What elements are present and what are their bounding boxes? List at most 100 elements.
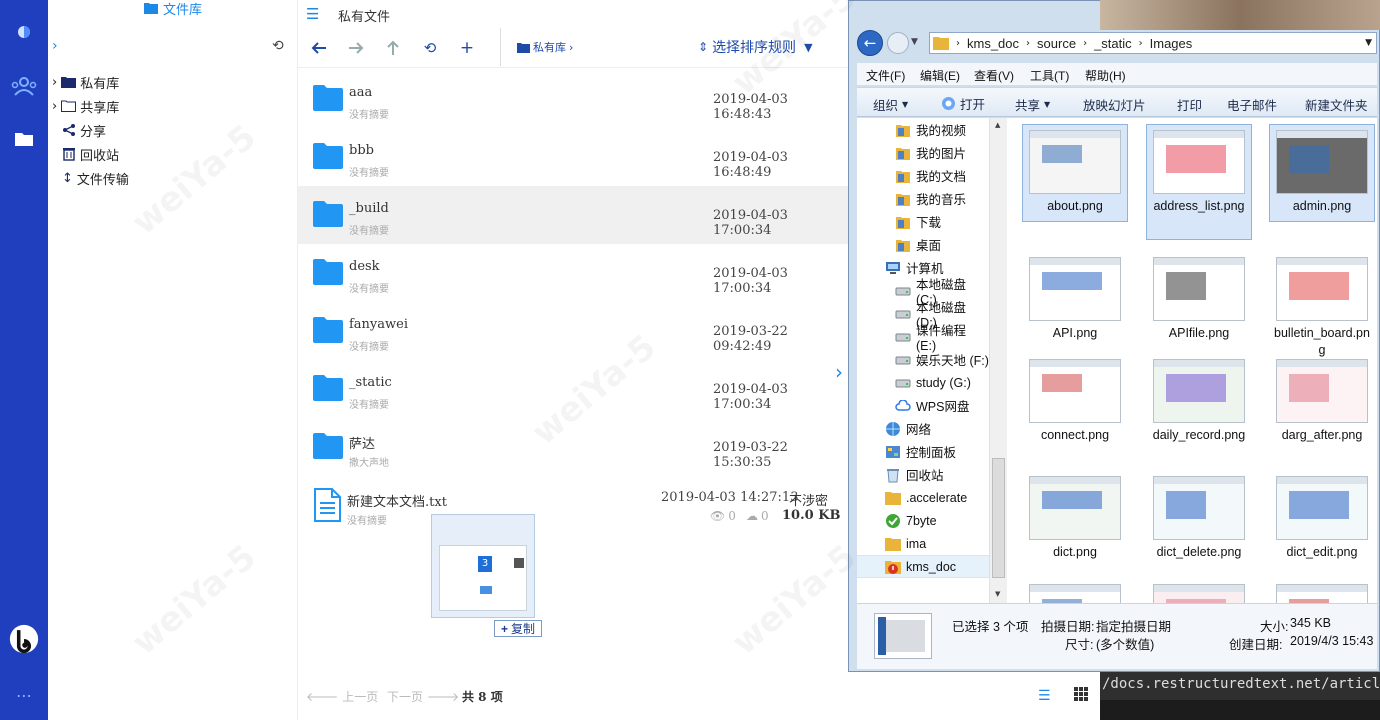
email-button[interactable]: 电子邮件 [1227,95,1277,114]
copy-label: 复制 [511,622,536,636]
nav-item[interactable]: 桌面 [857,233,989,256]
file-tile-name: daily_record.png [1152,428,1246,442]
nav-item[interactable]: 7byte [857,509,989,532]
nav-item[interactable]: ima [857,532,989,555]
address-dropdown-icon[interactable]: ▼ [1365,38,1372,48]
menu-view[interactable]: 查看(V) [974,67,1014,84]
scroll-down-icon[interactable]: ▼ [995,590,1000,598]
tree-item-transfer[interactable]: ↕ 文件传输 [62,167,129,189]
tree-item-private[interactable]: › 私有库 [52,71,119,93]
path-segment[interactable]: _static [1094,36,1132,51]
collapse-panel-icon[interactable]: › [835,360,843,384]
nav-item[interactable]: kms_doc [857,555,989,578]
file-tile[interactable]: daily_record.png [1146,354,1252,444]
file-tile[interactable]: dict_edit.png [1269,471,1375,561]
up-icon[interactable] [381,36,405,60]
menu-help[interactable]: 帮助(H) [1085,67,1126,84]
file-name: _build [349,201,389,216]
table-row[interactable]: fanyawei 没有摘要 2019-03-22 09:42:49 [298,302,848,360]
forward-icon[interactable] [344,36,368,60]
menu-file[interactable]: 文件(F) [866,67,905,84]
nav-item[interactable]: 下载 [857,210,989,233]
share-button[interactable]: 共享 ▼ [1015,95,1050,114]
folder-icon [885,491,901,505]
nav-item[interactable]: study (G:) [857,371,989,394]
nav-item[interactable]: 娱乐天地 (F:) [857,348,989,371]
add-icon[interactable]: + [455,36,479,60]
nav-item[interactable]: 我的图片 [857,141,989,164]
menu-icon[interactable]: ☰ [306,5,319,23]
table-row[interactable]: _build 没有摘要 2019-04-03 17:00:34 [298,186,848,244]
tree-item-shared[interactable]: › 共享库 [52,95,119,117]
menu-tools[interactable]: 工具(T) [1030,67,1069,84]
path-segment[interactable]: source [1037,36,1076,51]
back-button[interactable]: ← [857,30,883,56]
refresh-icon[interactable]: ⟲ [272,38,284,54]
back-icon[interactable] [307,36,331,60]
table-row[interactable]: bbb 没有摘要 2019-04-03 16:48:49 [298,128,848,186]
nav-item[interactable]: 我的文档 [857,164,989,187]
folder-icon [144,3,158,14]
scroll-up-icon[interactable]: ▲ [995,121,1000,129]
print-button[interactable]: 打印 [1177,95,1202,114]
file-tile[interactable]: API.png [1022,252,1128,342]
history-dropdown-icon[interactable]: ▼ [911,37,918,47]
folder-icon[interactable] [9,124,39,154]
scrollbar[interactable]: ▲ ▼ [989,118,1007,603]
refresh-icon[interactable]: ⟲ [418,36,442,60]
table-row[interactable]: 萨达 撒大声地 2019-03-22 15:30:35 [298,418,848,476]
list-view-icon[interactable]: ☰ [1038,688,1051,704]
new-folder-button[interactable]: 新建文件夹 [1305,95,1368,114]
nav-item[interactable]: 我的音乐 [857,187,989,210]
file-tile[interactable]: address_list.png [1146,124,1252,240]
nav-item[interactable]: 控制面板 [857,440,989,463]
tree-item-recycle[interactable]: 回收站 [62,143,119,165]
slideshow-button[interactable]: 放映幻灯片 [1083,95,1146,114]
nav-item[interactable]: 网络 [857,417,989,440]
folder-lib-icon [895,214,911,230]
users-icon[interactable] [9,72,39,102]
file-tile[interactable]: darg_after.png [1269,354,1375,444]
file-thumbnail [1029,584,1121,603]
nav-item[interactable]: 回收站 [857,463,989,486]
nav-item[interactable]: 我的视频 [857,118,989,141]
grid-view-icon[interactable] [1073,686,1089,702]
path-segment[interactable]: Images [1150,36,1193,51]
file-tile[interactable] [1022,579,1128,603]
file-tile[interactable]: connect.png [1022,354,1128,444]
sort-select[interactable]: ⇕ 选择排序规则 ▼ [698,37,828,57]
nav-item[interactable]: WPS网盘 [857,394,989,417]
file-tile[interactable] [1146,579,1252,603]
table-row[interactable]: _static 没有摘要 2019-04-03 17:00:34 [298,360,848,418]
path-segment[interactable]: kms_doc [967,36,1019,51]
next-page-button[interactable]: 下一页 🡒 [387,688,459,705]
forward-button[interactable] [887,32,909,54]
file-thumbnail [1029,130,1121,194]
open-button[interactable]: 打开 [941,94,985,113]
nav-item[interactable]: 课件编程 (E:) [857,324,989,353]
file-tile[interactable]: about.png [1022,124,1128,222]
prev-page-button[interactable]: 🡐 上一页 [306,688,378,705]
address-bar[interactable]: › kms_doc › source › _static › Images ▼ [929,32,1377,54]
tree-item-share[interactable]: 分享 [62,119,106,141]
file-tile[interactable]: dict.png [1022,471,1128,561]
file-tile[interactable]: APIfile.png [1146,252,1252,342]
nav-item[interactable]: .accelerate [857,486,989,509]
folder-lib-icon [895,191,911,207]
file-thumbnail [1153,359,1245,423]
menu-edit[interactable]: 编辑(E) [920,67,960,84]
expand-icon[interactable]: › [52,38,58,54]
breadcrumb[interactable]: 私有库 › [517,39,573,55]
file-tile[interactable]: admin.png [1269,124,1375,222]
file-tile[interactable]: bulletin_board.png [1269,252,1375,359]
organize-button[interactable]: 组织 ▼ [873,95,908,114]
table-row[interactable]: 新建文本文档.txt 没有摘要 2019-04-03 14:27:13 不涉密 … [298,476,848,536]
table-row[interactable]: desk 没有摘要 2019-04-03 17:00:34 [298,244,848,302]
file-tile[interactable]: dict_delete.png [1146,471,1252,561]
breadcrumb-label: 私有库 [533,41,566,54]
table-row[interactable]: aaa 没有摘要 2019-04-03 16:48:43 [298,70,848,128]
file-tile[interactable] [1269,579,1375,603]
scrollbar-thumb[interactable] [992,458,1005,578]
more-icon[interactable]: ⋯ [9,680,39,710]
thumbnail-content [1042,491,1102,509]
